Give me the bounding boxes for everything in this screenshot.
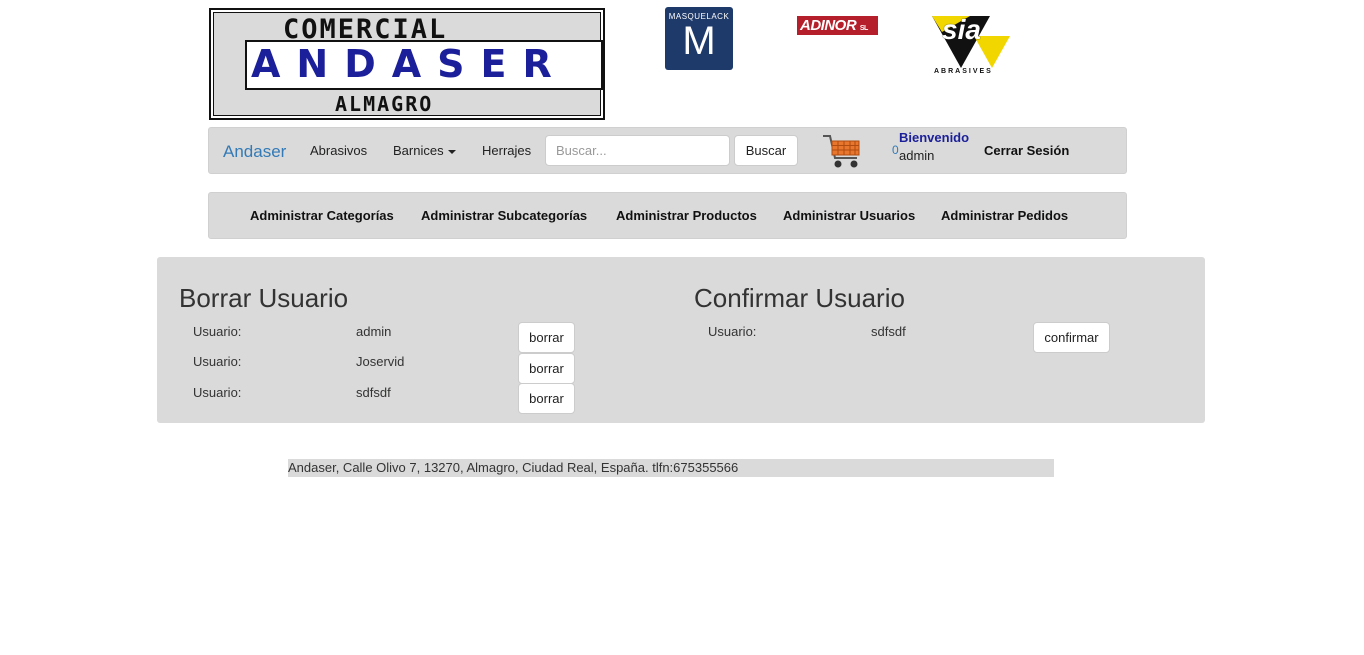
logo-text-middle: ANDASER	[251, 42, 568, 86]
masquelack-logo: MASQUELACK M	[665, 7, 733, 70]
users-admin-panel: Borrar Usuario Usuario: admin borrar Usu…	[157, 257, 1205, 423]
caret-down-icon	[447, 149, 456, 154]
nav-link-abrasivos[interactable]: Abrasivos	[310, 143, 367, 158]
delete-user-button[interactable]: borrar	[518, 353, 575, 384]
admin-subcategories-link[interactable]: Administrar Subcategorías	[421, 208, 587, 223]
user-row-value: admin	[356, 324, 392, 339]
admin-categories-link[interactable]: Administrar Categorías	[250, 208, 394, 223]
delete-user-button[interactable]: borrar	[518, 383, 575, 414]
user-row-value: sdfsdf	[356, 385, 391, 400]
delete-user-button[interactable]: borrar	[518, 322, 575, 353]
search-input[interactable]	[545, 135, 730, 166]
user-row-label: Usuario:	[193, 385, 242, 400]
pending-user-label: Usuario:	[708, 324, 757, 339]
logged-user: admin	[899, 148, 935, 163]
comercial-andaser-logo[interactable]: COMERCIAL ANDASER ALMAGRO	[209, 8, 605, 120]
logo-text-bottom: ALMAGRO	[335, 92, 434, 116]
welcome-text: Bienvenido	[899, 130, 970, 145]
adinor-logo: ADINOR SL	[797, 16, 878, 35]
user-row-value: Joservid	[356, 354, 405, 369]
masquelack-logo-letter: M	[682, 19, 716, 63]
sia-abrasives-logo: sia ABRASIVES	[930, 14, 1012, 78]
footer-address: Andaser, Calle Olivo 7, 13270, Almagro, …	[288, 459, 1054, 477]
main-navbar: Andaser Abrasivos Barnices Herrajes Busc…	[208, 127, 1127, 174]
adinor-logo-suffix: SL	[859, 25, 868, 32]
delete-user-title: Borrar Usuario	[179, 283, 349, 313]
nav-link-herrajes[interactable]: Herrajes	[482, 143, 531, 158]
nav-dropdown-barnices[interactable]: Barnices	[393, 143, 456, 158]
confirm-user-button[interactable]: confirmar	[1033, 322, 1110, 353]
shopping-cart-icon[interactable]	[821, 131, 863, 171]
search-button[interactable]: Buscar	[734, 135, 798, 166]
admin-products-link[interactable]: Administrar Productos	[616, 208, 757, 223]
logout-link[interactable]: Cerrar Sesión	[984, 143, 1069, 158]
brand-link[interactable]: Andaser	[223, 142, 286, 162]
adinor-logo-text: ADINOR	[800, 17, 857, 34]
nav-dropdown-label: Barnices	[393, 143, 444, 158]
sia-logo-subtext: ABRASIVES	[934, 68, 993, 75]
pending-user-value: sdfsdf	[871, 324, 906, 339]
sia-logo-text: sia	[942, 14, 981, 45]
cart-count[interactable]: 0	[892, 143, 899, 157]
user-row-label: Usuario:	[193, 324, 242, 339]
confirm-user-title: Confirmar Usuario	[694, 283, 905, 313]
admin-users-link[interactable]: Administrar Usuarios	[783, 208, 915, 223]
user-row-label: Usuario:	[193, 354, 242, 369]
admin-menu: Administrar Categorías Administrar Subca…	[208, 192, 1127, 239]
admin-orders-link[interactable]: Administrar Pedidos	[941, 208, 1068, 223]
